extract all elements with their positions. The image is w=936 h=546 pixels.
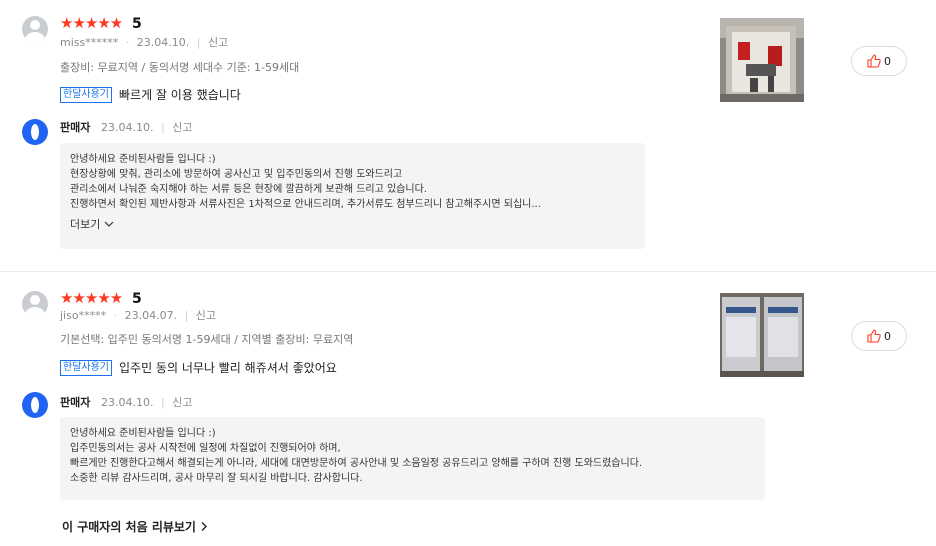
reply-line: 빠르게만 진행한다고해서 해결되는게 아니라, 세대에 대면방문하여 공사안내 … <box>70 458 643 469</box>
reply-line: 소중한 리뷰 감사드리며, 공사 마무리 잘 되시길 바랍니다. 감사합니다. <box>70 473 363 484</box>
thumbs-up-icon <box>867 329 881 343</box>
like-button[interactable]: 0 <box>851 321 907 351</box>
review-type-badge: 한달사용기 <box>60 359 112 376</box>
seller-report-link[interactable]: 신고 <box>172 121 192 134</box>
review-text: 입주민 동의 너무나 빨리 해쥬셔서 좋았어요 <box>119 361 337 375</box>
rating-score: 5 <box>132 291 142 307</box>
review-item: ★★★★★ 5 jiso***** · 23.04.07. | 신고 기본선택:… <box>0 272 936 546</box>
reviewer-id: miss****** <box>60 36 119 49</box>
reply-line: 현장상황에 맞춰, 관리소에 방문하여 공사신고 및 입주민동의서 진행 도와드… <box>70 169 403 180</box>
review-item: ★★★★★ 5 miss****** · 23.04.10. | 신고 출장비:… <box>0 0 936 271</box>
review-photo[interactable] <box>720 18 804 102</box>
seller-reply-date: 23.04.10. <box>101 396 154 409</box>
seller-name: 판매자 <box>60 121 91 134</box>
review-meta: miss****** · 23.04.10. | 신고 <box>60 36 229 49</box>
thumbs-up-icon <box>867 54 881 68</box>
chevron-right-icon <box>201 522 208 531</box>
seller-logo <box>22 119 48 145</box>
seller-reply-box: 안녕하세요 준비된사람들 입니다 :) 현장상황에 맞춰, 관리소에 방문하여 … <box>60 143 645 249</box>
seller-meta: 23.04.10. | 신고 <box>101 396 193 409</box>
user-avatar <box>22 16 48 42</box>
review-date: 23.04.10. <box>136 36 190 49</box>
seller-reply-date: 23.04.10. <box>101 121 154 134</box>
like-count: 0 <box>884 329 891 343</box>
reviewer-id: jiso***** <box>60 309 107 322</box>
chevron-down-icon <box>104 221 114 227</box>
seller-logo <box>22 392 48 418</box>
report-link[interactable]: 신고 <box>196 309 216 322</box>
rating-score: 5 <box>132 16 142 32</box>
review-photo-image <box>720 293 804 377</box>
purchase-options: 기본선택: 입주민 동의서명 1-59세대 / 지역별 출장비: 무료지역 <box>60 333 354 346</box>
star-rating: ★★★★★ <box>60 289 123 307</box>
seller-name: 판매자 <box>60 396 91 409</box>
first-review-link[interactable]: 이 구매자의 처음 리뷰보기 <box>62 519 208 535</box>
reply-line: 안녕하세요 준비된사람들 입니다 :) <box>70 428 216 439</box>
review-photo-image <box>720 18 804 102</box>
review-date: 23.04.07. <box>124 309 178 322</box>
more-label: 더보기 <box>70 218 101 231</box>
report-link[interactable]: 신고 <box>208 36 228 49</box>
more-button[interactable]: 더보기 <box>70 216 635 232</box>
user-avatar <box>22 291 48 317</box>
purchase-options: 출장비: 무료지역 / 동의서명 세대수 기준: 1-59세대 <box>60 61 300 74</box>
seller-meta: 23.04.10. | 신고 <box>101 121 193 134</box>
first-review-label: 이 구매자의 처음 리뷰보기 <box>62 520 196 534</box>
review-body: 한달사용기 빠르게 잘 이용 했습니다 <box>60 86 241 103</box>
like-count: 0 <box>884 54 891 68</box>
seller-report-link[interactable]: 신고 <box>172 396 192 409</box>
reply-line: 진행하면서 확인된 제반사항과 서류사진은 1차적으로 안내드리며, 추가서류도… <box>70 199 541 210</box>
like-button[interactable]: 0 <box>851 46 907 76</box>
seller-reply-box: 안녕하세요 준비된사람들 입니다 :) 입주민동의서는 공사 시작전에 일정에 … <box>60 417 765 500</box>
reply-line: 안녕하세요 준비된사람들 입니다 :) <box>70 154 216 165</box>
review-photo[interactable] <box>720 293 804 377</box>
review-body: 한달사용기 입주민 동의 너무나 빨리 해쥬셔서 좋았어요 <box>60 359 337 376</box>
review-type-badge: 한달사용기 <box>60 86 112 103</box>
review-meta: jiso***** · 23.04.07. | 신고 <box>60 309 217 322</box>
review-text: 빠르게 잘 이용 했습니다 <box>119 88 241 102</box>
reply-line: 입주민동의서는 공사 시작전에 일정에 차질없이 진행되어야 하며, <box>70 443 341 454</box>
reply-line: 관리소에서 나눠준 숙지해야 하는 서류 등은 현장에 깔끔하게 보관해 드리고… <box>70 184 427 195</box>
star-rating: ★★★★★ <box>60 14 123 32</box>
